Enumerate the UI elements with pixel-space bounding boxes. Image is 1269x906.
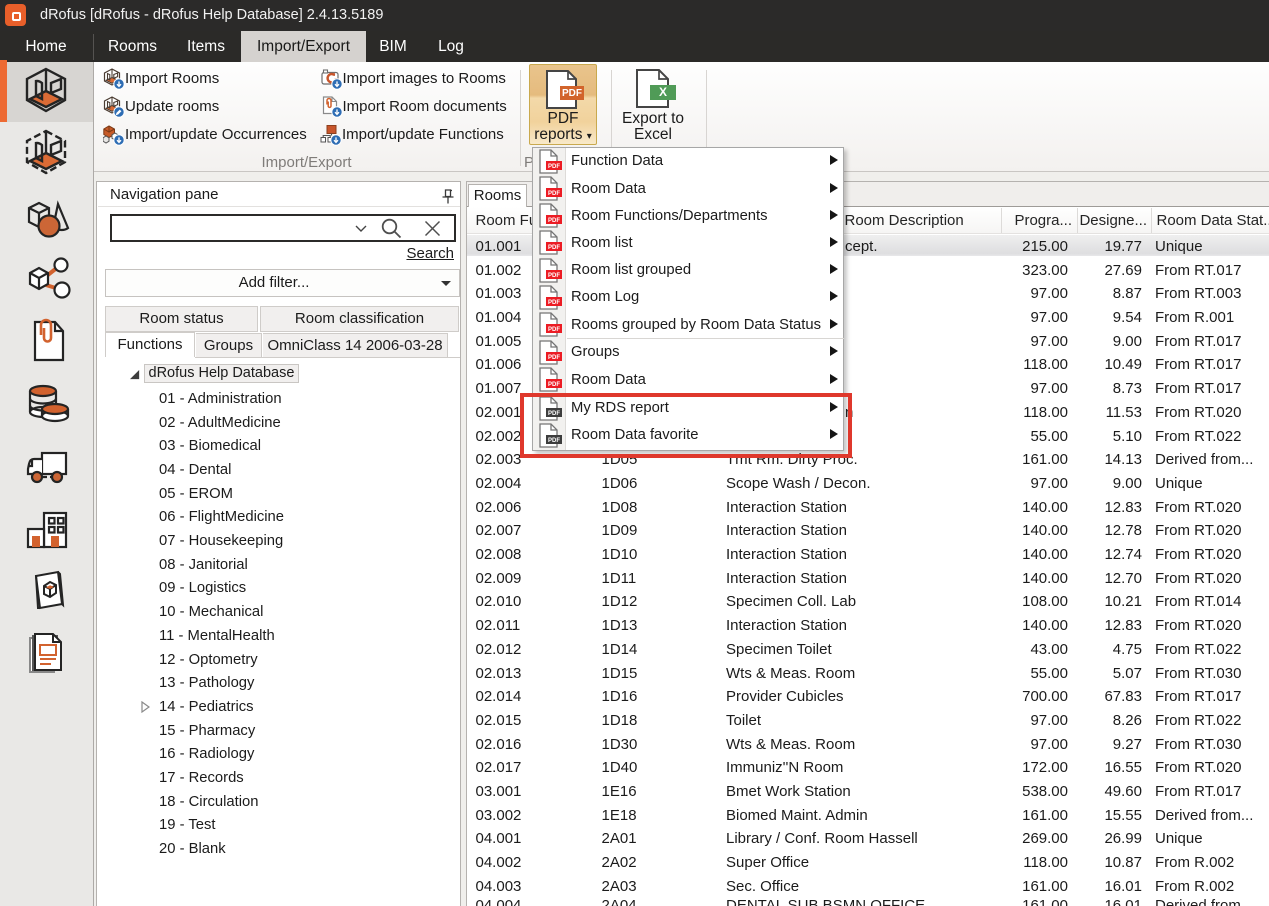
svg-text:PDF: PDF <box>548 164 560 170</box>
svg-text:PDF: PDF <box>548 218 560 224</box>
svg-text:PDF: PDF <box>548 245 560 251</box>
svg-text:PDF: PDF <box>548 382 560 388</box>
svg-text:PDF: PDF <box>548 273 560 279</box>
svg-text:PDF: PDF <box>548 355 560 361</box>
svg-text:PDF: PDF <box>548 191 560 197</box>
svg-text:PDF: PDF <box>548 300 560 306</box>
svg-text:PDF: PDF <box>548 327 560 333</box>
svg-text:PDF: PDF <box>562 88 582 99</box>
svg-text:X: X <box>659 85 667 99</box>
